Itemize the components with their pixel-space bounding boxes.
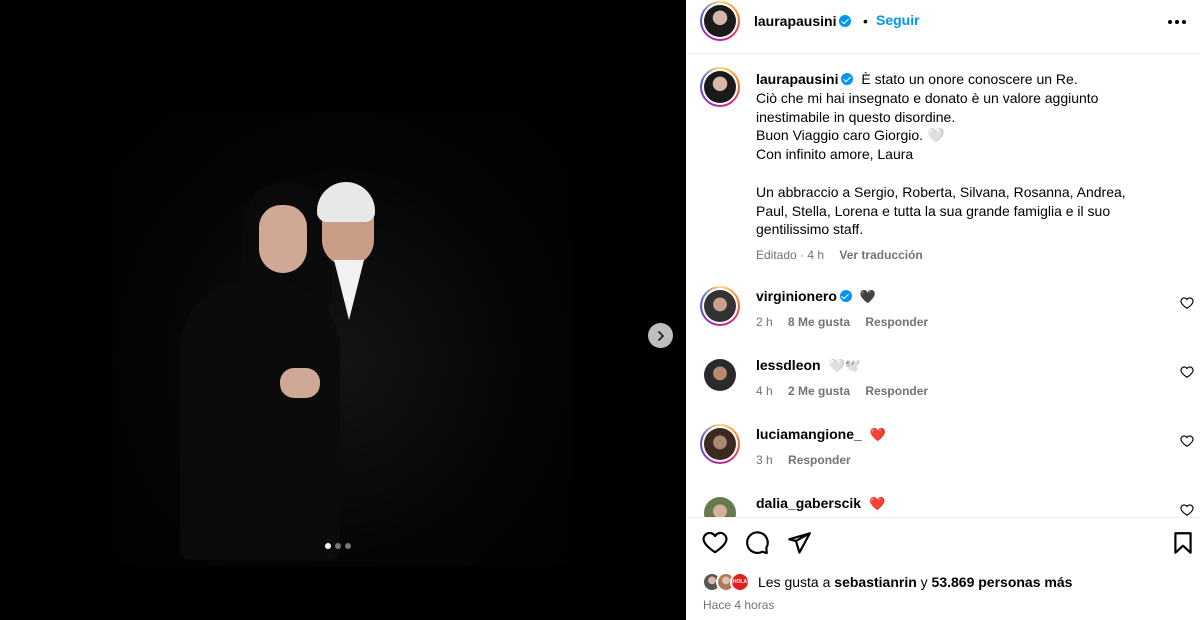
- carousel-next-button[interactable]: [648, 323, 673, 348]
- commenter-avatar[interactable]: [700, 355, 740, 395]
- comment-text: ❤️: [868, 497, 886, 512]
- photo-hands: [280, 368, 320, 398]
- heart-icon[interactable]: [1180, 503, 1194, 517]
- caption-text-line: gentilissimo staff.: [756, 221, 864, 238]
- comment-meta: 3 h Responder: [756, 453, 851, 467]
- comment-time: 2 h: [756, 315, 773, 329]
- author-username[interactable]: laurapausini: [754, 13, 852, 29]
- commenter-username[interactable]: luciamangione_: [756, 426, 862, 442]
- caption-text-line: Con infinito amore, Laura: [756, 146, 914, 163]
- liker-username[interactable]: sebastianrin: [834, 574, 916, 590]
- heart-icon[interactable]: [1180, 365, 1194, 379]
- verified-icon: [839, 290, 852, 302]
- carousel-dot: [335, 543, 341, 549]
- reply-button[interactable]: Responder: [865, 384, 928, 398]
- comment-item: virginionero 🖤 2 h 8 Me gusta Responder: [686, 286, 1200, 346]
- comment-body: luciamangione_ ❤️: [756, 426, 886, 443]
- comment-meta: 2 h 8 Me gusta Responder: [756, 315, 928, 329]
- follow-button[interactable]: Seguir: [876, 12, 920, 28]
- caption-text-line: inestimabile in questo disordine.: [756, 108, 956, 125]
- comment-body: dalia_gaberscik ❤️: [756, 495, 885, 512]
- edited-timestamp: Editado · 4 h: [756, 248, 825, 262]
- heart-icon[interactable]: [1180, 434, 1194, 448]
- carousel-indicator: [325, 543, 351, 549]
- avatar: ¡HOLA!: [730, 572, 750, 592]
- commenter-username[interactable]: lessdleon: [756, 357, 821, 373]
- reply-button[interactable]: Responder: [865, 315, 928, 329]
- comment-body: virginionero 🖤: [756, 288, 876, 305]
- post-photo: [112, 110, 572, 566]
- likes-count[interactable]: 53.869 personas más: [932, 574, 1073, 590]
- comment-item: dalia_gaberscik ❤️: [686, 493, 1200, 517]
- verified-icon: [839, 15, 852, 27]
- post-actions: ¡HOLA! Les gusta a sebastianrin y 53.869…: [686, 517, 1200, 620]
- comment-text: 🤍🕊️: [828, 359, 861, 374]
- commenter-avatar[interactable]: [700, 493, 740, 517]
- chevron-right-icon: [657, 330, 664, 341]
- post-media[interactable]: [0, 0, 686, 620]
- bookmark-icon[interactable]: [1170, 530, 1196, 556]
- post-header: laurapausini • Seguir: [686, 0, 1200, 54]
- commenter-username[interactable]: virginionero: [756, 288, 837, 304]
- photo-woman-face: [259, 205, 307, 273]
- caption-text-line: Buon Viaggio caro Giorgio. 🤍: [756, 127, 945, 144]
- likes-prefix: Les gusta a: [758, 574, 831, 590]
- commenter-avatar[interactable]: [700, 424, 740, 464]
- comment-time: 4 h: [756, 384, 773, 398]
- comment-item: luciamangione_ ❤️ 3 h Responder: [686, 424, 1200, 484]
- caption-text-line: È stato un onore conoscere un Re.: [861, 71, 1078, 87]
- caption-avatar[interactable]: [700, 67, 740, 107]
- share-icon[interactable]: [786, 530, 812, 556]
- post-caption: laurapausini È stato un onore conoscere …: [756, 70, 1166, 239]
- comment-likes[interactable]: 2 Me gusta: [788, 384, 850, 398]
- comment-icon[interactable]: [744, 530, 770, 556]
- photo-man-hair: [317, 182, 375, 222]
- caption-username[interactable]: laurapausini: [756, 71, 854, 87]
- carousel-dot: [345, 543, 351, 549]
- comment-item: lessdleon 🤍🕊️ 4 h 2 Me gusta Responder: [686, 355, 1200, 415]
- comment-text: 🖤: [859, 290, 876, 305]
- liker-avatars: ¡HOLA!: [702, 572, 750, 592]
- separator-bullet: •: [863, 13, 868, 29]
- likes-summary: ¡HOLA! Les gusta a sebastianrin y 53.869…: [702, 572, 1072, 592]
- translate-link[interactable]: Ver traducción: [839, 248, 922, 262]
- heart-icon[interactable]: [1180, 296, 1194, 310]
- comment-body: lessdleon 🤍🕊️: [756, 357, 861, 374]
- verified-icon: [841, 73, 854, 85]
- heart-icon[interactable]: [702, 530, 728, 556]
- photo-woman-figure: [180, 280, 340, 560]
- reply-button[interactable]: Responder: [788, 453, 851, 467]
- comment-text: ❤️: [869, 428, 886, 443]
- author-avatar[interactable]: [700, 1, 740, 41]
- caption-meta: Editado · 4 h Ver traducción: [756, 248, 923, 262]
- photo-man-shirt: [334, 260, 364, 320]
- post-timestamp[interactable]: Hace 4 horas: [703, 598, 774, 612]
- post-sidebar: laurapausini • Seguir laurapausini È sta…: [686, 0, 1200, 620]
- carousel-dot: [325, 543, 331, 549]
- comment-meta: 4 h 2 Me gusta Responder: [756, 384, 928, 398]
- likes-connector: y: [920, 574, 928, 590]
- more-icon[interactable]: [1168, 20, 1186, 24]
- caption-text-line: Un abbraccio a Sergio, Roberta, Silvana,…: [756, 183, 1126, 200]
- caption-text-line: Ciò che mi hai insegnato e donato è un v…: [756, 89, 1099, 106]
- caption-text-line: Paul, Stella, Lorena e tutta la sua gran…: [756, 202, 1111, 219]
- comment-time: 3 h: [756, 453, 773, 467]
- commenter-username[interactable]: dalia_gaberscik: [756, 495, 861, 511]
- commenter-avatar[interactable]: [700, 286, 740, 326]
- comment-likes[interactable]: 8 Me gusta: [788, 315, 850, 329]
